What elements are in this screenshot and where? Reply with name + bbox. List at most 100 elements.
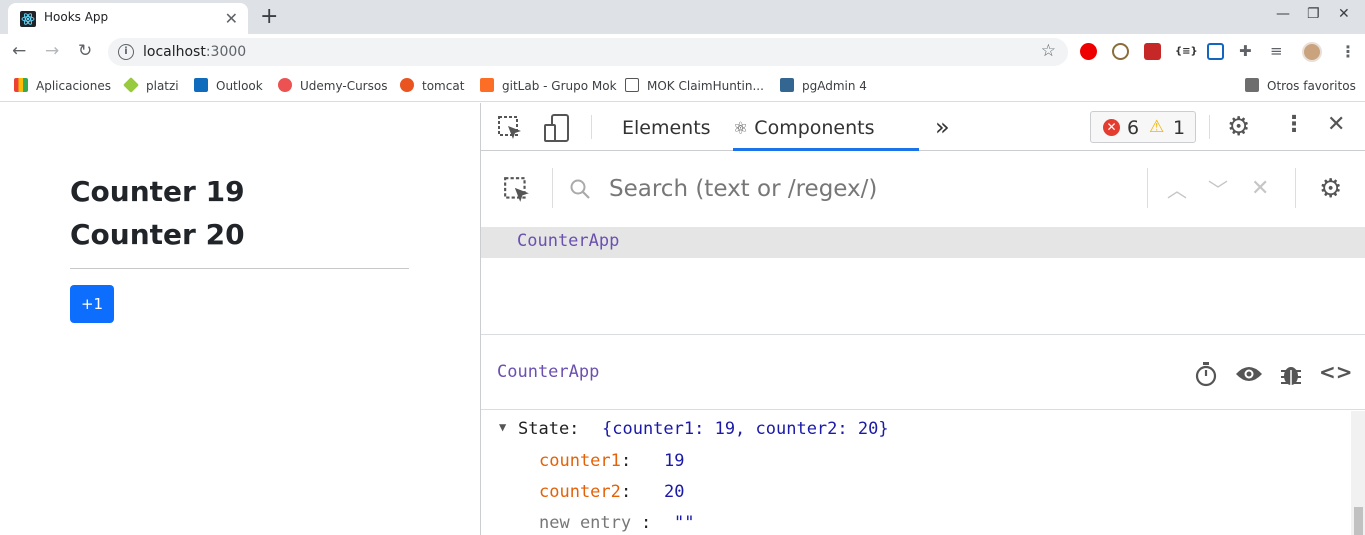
inspected-element-header: CounterApp <> <box>481 334 1365 410</box>
folder-icon <box>1245 78 1259 92</box>
component-search-bar: Search (text or /regex/) ︿ ﹀ ✕ ⚙ <box>481 152 1365 228</box>
platzi-icon <box>123 77 139 93</box>
bug-extension-icon[interactable] <box>1112 43 1129 60</box>
udemy-icon <box>278 78 292 92</box>
device-toolbar-icon[interactable] <box>543 113 571 143</box>
reload-icon[interactable]: ↻ <box>78 41 92 61</box>
puzzle-icon[interactable]: ✚ <box>1239 42 1252 60</box>
select-component-icon[interactable] <box>503 176 531 204</box>
devtools-panel: Elements ⚛ Components » ✕ 6 ⚠ 1 ⚙ ⋮ ✕ Se… <box>480 103 1365 535</box>
stopwatch-icon[interactable] <box>1194 361 1218 387</box>
mok-icon <box>625 78 639 92</box>
ubuntu-icon <box>400 78 414 92</box>
minimize-icon[interactable]: — <box>1276 6 1290 22</box>
adblock-icon[interactable] <box>1080 43 1097 60</box>
extension-red-icon[interactable] <box>1144 43 1161 60</box>
bookmark-udemy[interactable]: Udemy-Cursos <box>278 78 387 93</box>
counter2-heading: Counter 20 <box>70 218 245 251</box>
close-tab-icon[interactable]: ✕ <box>225 9 238 28</box>
scrollbar-thumb[interactable] <box>1354 507 1363 535</box>
separator <box>1209 115 1210 139</box>
bookmark-star-icon[interactable]: ☆ <box>1041 41 1056 61</box>
expand-triangle-icon[interactable]: ▼ <box>499 420 506 434</box>
kebab-menu-icon[interactable]: ⋮ <box>1340 42 1356 61</box>
search-input[interactable]: Search (text or /regex/) <box>609 176 877 202</box>
close-devtools-icon[interactable]: ✕ <box>1327 112 1345 137</box>
extension-blue-icon[interactable] <box>1207 43 1224 60</box>
bookmark-mok[interactable]: MOK ClaimHuntin... <box>625 78 764 93</box>
devtools-tabbar: Elements ⚛ Components » ✕ 6 ⚠ 1 ⚙ ⋮ ✕ <box>481 103 1365 151</box>
increment-button[interactable]: +1 <box>70 285 114 323</box>
clear-search-icon[interactable]: ✕ <box>1251 176 1269 201</box>
search-icon <box>570 179 590 199</box>
bookmark-tomcat[interactable]: tomcat <box>400 78 464 93</box>
state-label: State: <box>518 419 580 439</box>
bookmark-platzi[interactable]: platzi <box>123 77 179 93</box>
bug-icon[interactable] <box>1279 361 1303 387</box>
address-bar[interactable]: i localhost:3000 ☆ <box>108 38 1068 66</box>
chevron-up-icon[interactable]: ︿ <box>1167 174 1187 203</box>
tree-component-name: CounterApp <box>517 231 620 251</box>
bookmark-pgadmin[interactable]: pgAdmin 4 <box>780 78 867 93</box>
react-icon <box>20 11 36 27</box>
other-bookmarks[interactable]: Otros favoritos <box>1245 78 1356 93</box>
gitlab-icon <box>480 78 494 92</box>
new-tab-button[interactable]: + <box>260 4 278 29</box>
settings-gear-icon[interactable]: ⚙ <box>1227 112 1250 142</box>
error-icon: ✕ <box>1103 119 1120 136</box>
bookmark-outlook[interactable]: Outlook <box>194 78 263 93</box>
pgadmin-icon <box>780 78 794 92</box>
prop-colon: : <box>621 451 632 471</box>
new-entry-key[interactable]: new entry <box>539 513 631 533</box>
warning-count: 1 <box>1173 117 1186 139</box>
tab-components[interactable]: ⚛ Components <box>733 117 919 151</box>
prop-value[interactable]: 19 <box>664 451 684 471</box>
more-tabs-icon[interactable]: » <box>935 113 950 141</box>
info-icon[interactable]: i <box>118 44 134 60</box>
prop-key[interactable]: counter2 <box>539 482 621 502</box>
chevron-down-icon[interactable]: ﹀ <box>1208 174 1228 203</box>
back-icon[interactable]: ← <box>12 41 26 61</box>
window-close-icon[interactable]: ✕ <box>1338 6 1350 22</box>
tab-strip: Hooks App ✕ + — ❐ ✕ <box>0 0 1365 34</box>
separator <box>1295 168 1296 208</box>
issues-badge[interactable]: ✕ 6 ⚠ 1 <box>1090 111 1196 143</box>
apps-grid-icon <box>14 78 28 92</box>
divider <box>70 268 409 269</box>
warning-icon: ⚠ <box>1149 117 1165 137</box>
avatar[interactable] <box>1302 42 1322 62</box>
outlook-icon <box>194 78 208 92</box>
prop-colon: : <box>641 513 652 533</box>
state-summary: {counter1: 19, counter2: 20} <box>602 419 889 439</box>
settings-gear-icon[interactable]: ⚙ <box>1319 174 1342 204</box>
tree-row-selected[interactable]: CounterApp <box>481 227 1365 258</box>
state-inspector: ▼ State: {counter1: 19, counter2: 20} co… <box>481 411 1351 535</box>
tab-elements[interactable]: Elements <box>622 117 711 139</box>
kebab-menu-icon[interactable]: ⋮ <box>1283 112 1305 137</box>
react-atom-icon: ⚛ <box>733 119 749 139</box>
browser-toolbar: ← → ↻ i localhost:3000 ☆ {≡} ✚ ≡ ⋮ <box>0 34 1365 70</box>
app-viewport: Counter 19 Counter 20 +1 <box>0 103 480 535</box>
tab-title: Hooks App <box>44 10 109 24</box>
view-source-icon[interactable]: <> <box>1319 360 1353 384</box>
bookmark-apps[interactable]: Aplicaciones <box>14 78 111 93</box>
url-text: localhost:3000 <box>143 44 247 60</box>
inspected-component-name: CounterApp <box>497 362 600 382</box>
json-extension-icon[interactable]: {≡} <box>1175 43 1198 60</box>
browser-tab[interactable]: Hooks App ✕ <box>8 3 248 34</box>
media-control-icon[interactable]: ≡ <box>1270 42 1283 60</box>
restore-icon[interactable]: ❐ <box>1307 6 1320 22</box>
counter1-heading: Counter 19 <box>70 175 245 208</box>
inspect-element-icon[interactable] <box>497 115 523 141</box>
separator <box>1147 168 1148 208</box>
prop-key[interactable]: counter1 <box>539 451 621 471</box>
eye-icon[interactable] <box>1235 364 1263 384</box>
prop-value[interactable]: 20 <box>664 482 684 502</box>
error-count: 6 <box>1127 117 1140 139</box>
prop-colon: : <box>621 482 632 502</box>
new-entry-value[interactable]: "" <box>674 513 694 533</box>
forward-icon[interactable]: → <box>45 41 59 61</box>
separator <box>591 115 592 139</box>
bookmark-gitlab[interactable]: gitLab - Grupo Mok <box>480 78 617 93</box>
separator <box>552 168 553 208</box>
